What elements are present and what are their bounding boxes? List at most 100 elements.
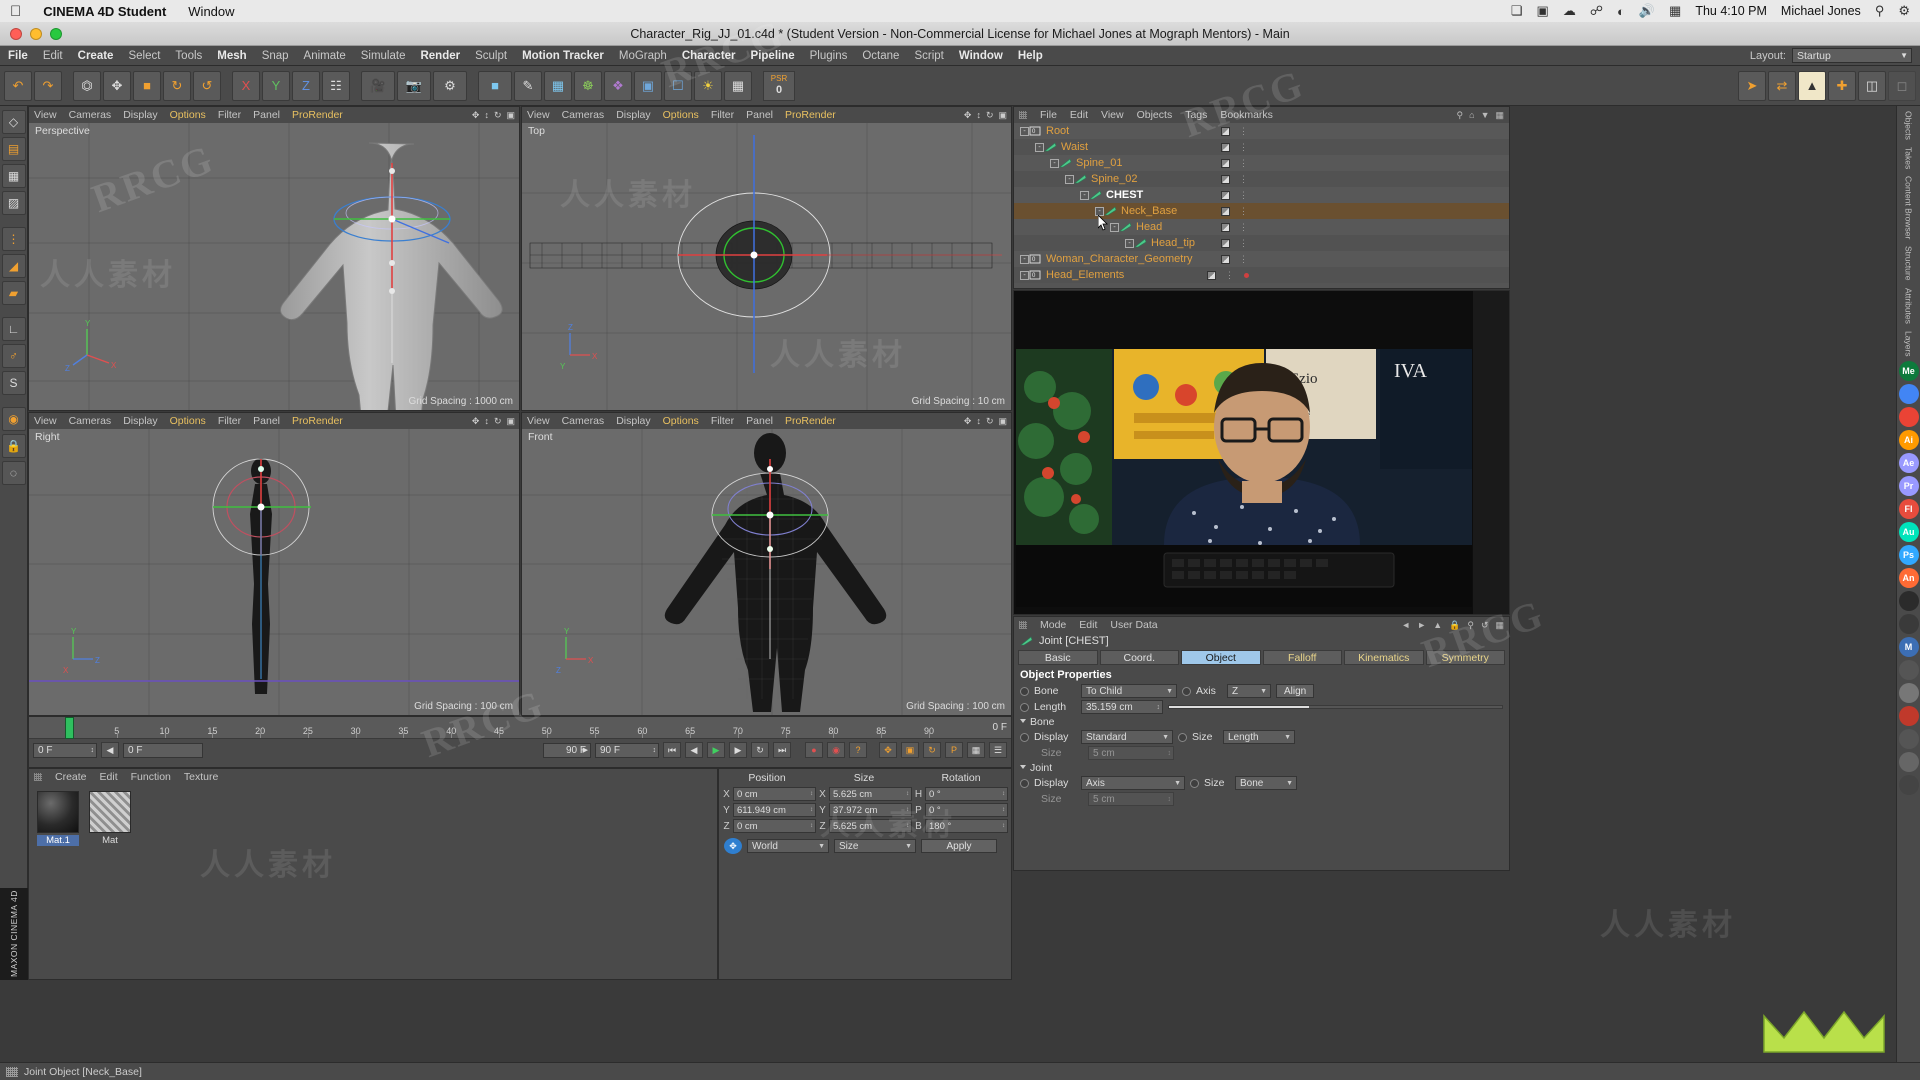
axis-y-button[interactable]: Y	[262, 71, 290, 101]
tag-icon[interactable]	[1207, 271, 1216, 280]
bone-group-header[interactable]: Bone	[1014, 715, 1509, 729]
axis-z-button[interactable]: Z	[292, 71, 320, 101]
loop-icon[interactable]: ↻	[751, 742, 769, 758]
arrow-icon-tlend[interactable]: ▶	[583, 746, 588, 754]
pin-icon[interactable]: ▲	[1433, 620, 1442, 631]
back-arrow-icon[interactable]: ◄	[1401, 620, 1410, 631]
snap-icon[interactable]: ♂	[2, 344, 26, 368]
attribute-tab-basic[interactable]: Basic	[1018, 650, 1098, 665]
os-menu-window[interactable]: Window	[188, 4, 234, 19]
viewport-front[interactable]: View Cameras Display Options Filter Pane…	[521, 412, 1012, 716]
app-icon-8[interactable]: Ps	[1899, 545, 1919, 565]
tag-icon[interactable]	[1221, 143, 1230, 152]
stepper-icon-size[interactable]: ↕	[906, 807, 909, 813]
os-app-name[interactable]: CINEMA 4D Student	[43, 4, 166, 19]
joint-display-radio[interactable]	[1020, 779, 1029, 788]
menu-item-snap[interactable]: Snap	[262, 50, 289, 62]
timeline-layout-icon[interactable]: ☰	[989, 742, 1007, 758]
app-icon-2[interactable]	[1899, 407, 1919, 427]
expand-collapse-icon[interactable]: -	[1020, 127, 1029, 136]
material-item[interactable]: Mat.1	[37, 791, 79, 846]
orbit-icon[interactable]: ↻	[494, 110, 502, 121]
menu-item-create[interactable]: Create	[78, 50, 114, 62]
dock-tab-structure[interactable]: Structure	[1904, 244, 1914, 283]
app-icon-4[interactable]: Ae	[1899, 453, 1919, 473]
stepper-icon-bonesize[interactable]: ↕	[1168, 750, 1172, 757]
stepper-icon-rot[interactable]: ↕	[1002, 823, 1005, 829]
vp-menu-display[interactable]: Display	[123, 109, 157, 121]
material-item[interactable]: Mat	[89, 791, 131, 846]
viewport-solo-icon[interactable]: ◉	[2, 407, 26, 431]
vp-menu-display-right[interactable]: Display	[123, 415, 157, 427]
axis-dropdown[interactable]: Z ▼	[1227, 684, 1271, 698]
am-menu-userdata[interactable]: User Data	[1110, 619, 1157, 631]
vp-menu-options-front[interactable]: Options	[663, 415, 699, 427]
app-icon-16[interactable]	[1899, 729, 1919, 749]
redo-icon[interactable]: ↷	[34, 71, 62, 101]
vp-menu-cameras[interactable]: Cameras	[69, 109, 112, 121]
menu-item-edit[interactable]: Edit	[43, 50, 63, 62]
tag-icon[interactable]	[1221, 239, 1230, 248]
viewport-perspective[interactable]: View Cameras Display Options Filter Pane…	[28, 106, 520, 411]
vp-menu-cameras-top[interactable]: Cameras	[562, 109, 605, 121]
object-tags[interactable]: ⋮	[1221, 238, 1249, 249]
material-swatch[interactable]	[89, 791, 131, 833]
vp-menu-filter-top[interactable]: Filter	[711, 109, 734, 121]
om-menu-edit[interactable]: Edit	[1070, 109, 1088, 121]
video-preview-panel[interactable]: Ezio the best of Josanne IVA	[1013, 290, 1510, 615]
grid-icon-am[interactable]: ▦	[1495, 620, 1504, 631]
volume-icon[interactable]: 🔊	[1639, 3, 1655, 19]
coordinate-system-dropdown[interactable]: World ▼	[747, 839, 829, 853]
menu-item-mesh[interactable]: Mesh	[217, 50, 246, 62]
goto-start-icon[interactable]: ◀	[101, 742, 119, 758]
viewport-top[interactable]: View Cameras Display Options Filter Pane…	[521, 106, 1012, 411]
tag-icon[interactable]	[1221, 159, 1230, 168]
key-pla-icon[interactable]: ▦	[967, 742, 985, 758]
tag-icon[interactable]	[1221, 207, 1230, 216]
next-key-icon[interactable]: ▶	[729, 742, 747, 758]
vp-menu-view-front[interactable]: View	[527, 415, 550, 427]
bone-dropdown[interactable]: To Child ▼	[1081, 684, 1177, 698]
record-icon[interactable]: ●	[805, 742, 823, 758]
coord-position-input[interactable]: 0 cm↕	[733, 787, 816, 801]
joint-size-dropdown[interactable]: Bone ▼	[1235, 776, 1297, 790]
orbit-icon-front[interactable]: ↻	[986, 416, 994, 427]
coordinate-mode-dropdown[interactable]: Size ▼	[834, 839, 916, 853]
expand-collapse-icon[interactable]: -	[1110, 223, 1119, 232]
object-row-root[interactable]: -0Root⋮	[1014, 123, 1509, 139]
joint-mirror-icon[interactable]: ▲	[1798, 71, 1826, 101]
menu-item-select[interactable]: Select	[128, 50, 160, 62]
app-icon-0[interactable]: Me	[1899, 361, 1919, 381]
joint-size-radio[interactable]	[1190, 779, 1199, 788]
bone-display-dropdown[interactable]: Standard ▼	[1081, 730, 1173, 744]
axis-radio[interactable]	[1182, 687, 1191, 696]
tag-icon[interactable]	[1221, 191, 1230, 200]
bone-display-radio[interactable]	[1020, 733, 1029, 742]
object-tags[interactable]: ⋮	[1221, 142, 1249, 153]
creative-cloud-icon[interactable]: ☁	[1563, 3, 1576, 19]
mm-menu-create[interactable]: Create	[55, 771, 87, 783]
scene-icon[interactable]: ☐	[664, 71, 692, 101]
app-icon-10[interactable]	[1899, 591, 1919, 611]
om-menu-objects[interactable]: Objects	[1137, 109, 1173, 121]
vp-menu-panel-top[interactable]: Panel	[746, 109, 773, 121]
expand-collapse-icon[interactable]: -	[1020, 271, 1029, 280]
menu-item-plugins[interactable]: Plugins	[810, 50, 848, 62]
viewport-front-canvas[interactable]: Y X Z	[522, 429, 1011, 715]
object-row-spine-02[interactable]: -Spine_02⋮	[1014, 171, 1509, 187]
am-menu-mode[interactable]: Mode	[1040, 619, 1066, 631]
dolly-icon-front[interactable]: ↕	[976, 416, 981, 427]
mm-menu-edit[interactable]: Edit	[100, 771, 118, 783]
app-icon-6[interactable]: Fl	[1899, 499, 1919, 519]
world-axis-icon[interactable]: ☷	[322, 71, 350, 101]
vp-menu-prorender[interactable]: ProRender	[292, 109, 343, 121]
go-start-icon[interactable]: ⏮	[663, 742, 681, 758]
texture-icon[interactable]: ▦	[724, 71, 752, 101]
object-row-head-tip[interactable]: -Head_tip⋮	[1014, 235, 1509, 251]
vp-menu-panel[interactable]: Panel	[253, 109, 280, 121]
app-icon-15[interactable]	[1899, 706, 1919, 726]
object-tags[interactable]: ⋮	[1221, 174, 1249, 185]
dropbox-icon[interactable]: ❏	[1511, 3, 1523, 19]
rotate-icon[interactable]: ↻	[163, 71, 191, 101]
menu-item-file[interactable]: File	[8, 50, 28, 62]
